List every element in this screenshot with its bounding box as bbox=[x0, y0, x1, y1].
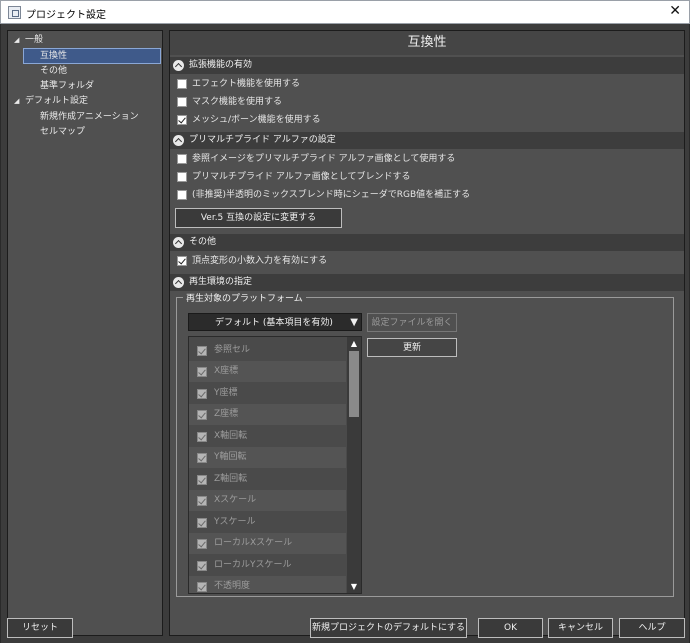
collapse-icon[interactable] bbox=[173, 135, 184, 146]
option-mask[interactable]: マスク機能を使用する bbox=[170, 93, 684, 111]
list-item[interactable]: X軸回転 bbox=[189, 426, 346, 447]
list-item[interactable]: ローカルXスケール bbox=[189, 533, 346, 554]
section-header-platform[interactable]: 再生環境の指定 bbox=[170, 274, 684, 291]
settings-tree: ◢ 一般 互換性 その他 基準フォルダ ◢ デフォルト設定 新規作成アニメーション … bbox=[7, 30, 163, 636]
section-header-other[interactable]: その他 bbox=[170, 234, 684, 251]
checkbox[interactable] bbox=[197, 410, 207, 420]
platform-group: 再生対象のプラットフォーム デフォルト (基本項目を有効) ▼ 設定ファイルを開く… bbox=[176, 291, 674, 597]
group-label: 再生対象のプラットフォーム bbox=[183, 291, 306, 304]
dropdown-arrow-icon: ▼ bbox=[350, 317, 358, 328]
close-icon[interactable]: ✕ bbox=[669, 3, 681, 19]
checkbox[interactable] bbox=[197, 475, 207, 485]
list-scrollbar[interactable]: ▲ ▼ bbox=[347, 337, 361, 593]
checkbox[interactable] bbox=[197, 561, 207, 571]
collapse-icon[interactable] bbox=[173, 237, 184, 248]
checkbox[interactable] bbox=[177, 154, 187, 164]
collapse-icon[interactable] bbox=[173, 60, 184, 71]
checkbox[interactable] bbox=[197, 539, 207, 549]
list-item[interactable]: X座標 bbox=[189, 361, 346, 382]
checkbox[interactable] bbox=[177, 190, 187, 200]
collapse-icon[interactable] bbox=[173, 277, 184, 288]
section-header-extensions[interactable]: 拡張機能の有効 bbox=[170, 57, 684, 74]
property-list: 参照セル X座標 Y座標 Z座標 X軸回転 Y軸回転 Z軸回転 Xスケール Yス… bbox=[188, 336, 362, 594]
tree-item-cell-map[interactable]: セルマップ bbox=[40, 125, 85, 139]
app-icon bbox=[8, 6, 21, 19]
option-effect[interactable]: エフェクト機能を使用する bbox=[170, 75, 684, 93]
checkbox[interactable] bbox=[197, 346, 207, 356]
list-item[interactable]: 不透明度 bbox=[189, 576, 346, 593]
option-shader-rgb-correction[interactable]: (非推奨)半透明のミックスブレンド時にシェーダでRGB値を補正する bbox=[170, 186, 684, 204]
checkbox[interactable] bbox=[177, 97, 187, 107]
list-item[interactable]: Z座標 bbox=[189, 404, 346, 425]
checkbox[interactable] bbox=[177, 256, 187, 266]
ver5-compat-button[interactable]: Ver.5 互換の設定に変更する bbox=[175, 208, 342, 228]
list-item[interactable]: 参照セル bbox=[189, 340, 346, 361]
tree-item-general[interactable]: ◢ 一般 bbox=[12, 33, 43, 47]
cancel-button[interactable]: キャンセル bbox=[548, 618, 613, 638]
list-item[interactable]: Z軸回転 bbox=[189, 469, 346, 490]
window-title: プロジェクト設定 bbox=[26, 10, 106, 21]
list-item[interactable]: Yスケール bbox=[189, 512, 346, 533]
option-ref-image-premultiplied[interactable]: 参照イメージをプリマルチプライド アルファ画像として使用する bbox=[170, 150, 684, 168]
option-vertex-decimal[interactable]: 頂点変形の小数入力を有効にする bbox=[170, 252, 684, 270]
checkbox[interactable] bbox=[177, 79, 187, 89]
checkbox[interactable] bbox=[197, 518, 207, 528]
expand-triangle-icon: ◢ bbox=[14, 97, 20, 105]
make-default-button[interactable]: 新規プロジェクトのデフォルトにする bbox=[310, 618, 467, 638]
list-item[interactable]: Y座標 bbox=[189, 383, 346, 404]
platform-dropdown[interactable]: デフォルト (基本項目を有効) ▼ bbox=[188, 313, 362, 331]
checkbox[interactable] bbox=[197, 389, 207, 399]
checkbox[interactable] bbox=[177, 115, 187, 125]
checkbox[interactable] bbox=[177, 172, 187, 182]
option-blend-premultiplied[interactable]: プリマルチプライド アルファ画像としてブレンドする bbox=[170, 168, 684, 186]
compatibility-panel: 互換性 拡張機能の有効 エフェクト機能を使用する マスク機能を使用する メッシュ… bbox=[169, 30, 685, 636]
list-item[interactable]: ローカルYスケール bbox=[189, 555, 346, 576]
ok-button[interactable]: OK bbox=[478, 618, 543, 638]
list-item[interactable]: Xスケール bbox=[189, 490, 346, 511]
checkbox[interactable] bbox=[197, 453, 207, 463]
tree-item-compatibility[interactable]: 互換性 bbox=[23, 48, 161, 64]
tree-item-other[interactable]: その他 bbox=[40, 64, 67, 78]
option-mesh-bone[interactable]: メッシュ/ボーン機能を使用する bbox=[170, 111, 684, 129]
tree-item-base-folder[interactable]: 基準フォルダ bbox=[40, 79, 94, 93]
list-item[interactable]: Y軸回転 bbox=[189, 447, 346, 468]
open-settings-file-button[interactable]: 設定ファイルを開く bbox=[367, 313, 457, 332]
section-header-premultiplied[interactable]: プリマルチプライド アルファの設定 bbox=[170, 132, 684, 149]
help-button[interactable]: ヘルプ bbox=[619, 618, 685, 638]
title-bar: プロジェクト設定 ✕ bbox=[0, 0, 690, 24]
checkbox[interactable] bbox=[197, 496, 207, 506]
scroll-up-icon[interactable]: ▲ bbox=[347, 337, 361, 350]
dialog-body: ◢ 一般 互換性 その他 基準フォルダ ◢ デフォルト設定 新規作成アニメーション … bbox=[0, 24, 690, 643]
reset-button[interactable]: リセット bbox=[7, 618, 73, 638]
tree-item-new-animation[interactable]: 新規作成アニメーション bbox=[40, 110, 139, 124]
panel-title: 互換性 bbox=[170, 31, 684, 55]
tree-item-default-settings[interactable]: ◢ デフォルト設定 bbox=[12, 94, 88, 108]
scroll-down-icon[interactable]: ▼ bbox=[347, 580, 361, 593]
expand-triangle-icon: ◢ bbox=[14, 36, 20, 44]
checkbox[interactable] bbox=[197, 432, 207, 442]
update-button[interactable]: 更新 bbox=[367, 338, 457, 357]
checkbox[interactable] bbox=[197, 582, 207, 592]
checkbox[interactable] bbox=[197, 367, 207, 377]
scroll-thumb[interactable] bbox=[349, 351, 359, 417]
